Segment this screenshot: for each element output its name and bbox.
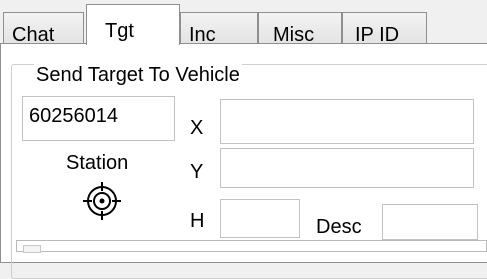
tab-tgt-label: Tgt — [105, 20, 134, 42]
x-field[interactable] — [220, 99, 474, 144]
y-field[interactable] — [220, 148, 474, 188]
x-label: X — [190, 117, 204, 139]
tab-misc[interactable]: Misc — [258, 12, 342, 45]
station-label: Station — [66, 152, 129, 174]
bottom-panel-edge — [16, 240, 487, 253]
h-label: H — [190, 210, 205, 232]
desc-field[interactable] — [382, 204, 478, 240]
tab-chat[interactable]: Chat — [3, 12, 84, 45]
tab-strip: Chat Tgt Inc Misc IP ID — [0, 0, 487, 45]
tab-tgt[interactable]: Tgt — [86, 4, 180, 45]
crosshair-icon[interactable] — [81, 180, 123, 222]
h-field[interactable] — [220, 199, 300, 238]
tab-inc[interactable]: Inc — [180, 12, 258, 45]
id-field[interactable]: 60256014 — [22, 96, 175, 141]
tab-ip-id[interactable]: IP ID — [342, 12, 427, 45]
y-label: Y — [190, 161, 204, 183]
group-title: Send Target To Vehicle — [34, 64, 242, 86]
desc-label: Desc — [316, 216, 362, 238]
